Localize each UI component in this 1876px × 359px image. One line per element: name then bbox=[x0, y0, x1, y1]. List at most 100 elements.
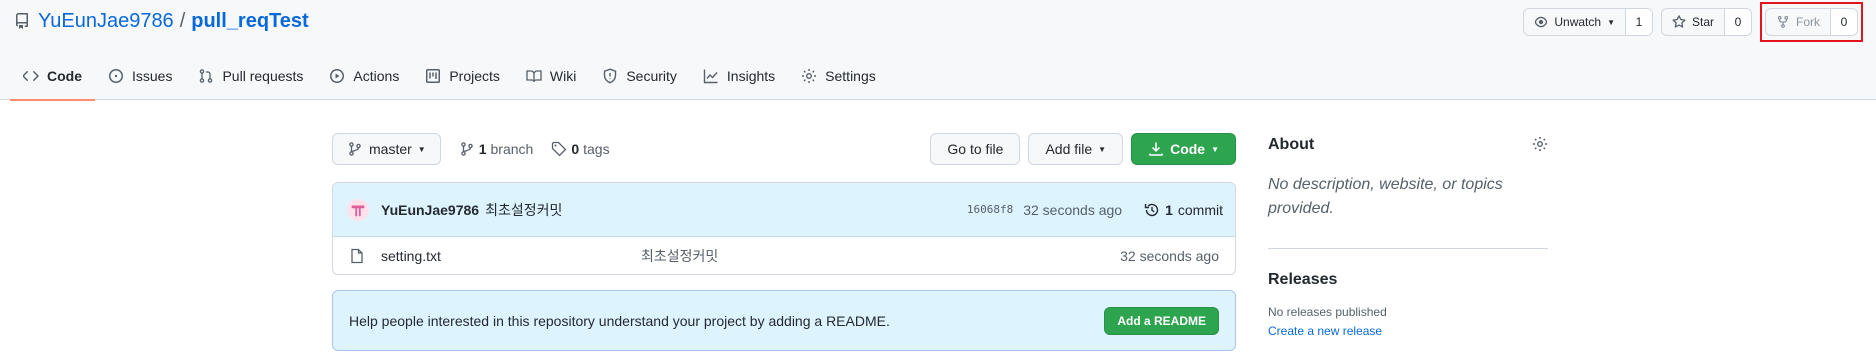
tab-actions-label: Actions bbox=[353, 68, 400, 84]
tags-link[interactable]: 0 tags bbox=[551, 141, 610, 157]
releases-empty-text: No releases published bbox=[1268, 305, 1387, 319]
code-button-label: Code bbox=[1170, 141, 1206, 157]
commit-count-label: commit bbox=[1177, 201, 1223, 218]
gear-icon bbox=[802, 69, 817, 83]
repo-header: YuEunJae9786 / pull_reqTest Unwatch ▼ 1 … bbox=[0, 0, 1876, 101]
commit-message-link[interactable]: 최초설정커밋 bbox=[485, 200, 562, 220]
repo-owner-link[interactable]: YuEunJae9786 bbox=[38, 10, 174, 33]
add-readme-button[interactable]: Add a README bbox=[1104, 306, 1219, 335]
latest-commit-row: YuEunJae9786 최초설정커밋 16068f8 32 seconds a… bbox=[333, 183, 1235, 237]
watch-count[interactable]: 1 bbox=[1625, 9, 1652, 35]
add-file-label: Add file bbox=[1045, 141, 1093, 157]
commit-history-link[interactable]: 1 commit bbox=[1144, 202, 1223, 218]
branch-name: master bbox=[369, 141, 412, 157]
shield-icon bbox=[604, 68, 617, 84]
about-title: About bbox=[1268, 136, 1315, 153]
eye-icon bbox=[1535, 16, 1548, 28]
star-button[interactable]: Star bbox=[1662, 9, 1725, 35]
branches-link[interactable]: 1 branch bbox=[459, 141, 534, 157]
tab-issues-label: Issues bbox=[132, 68, 173, 84]
file-name-link[interactable]: setting.txt bbox=[381, 248, 641, 264]
repo-nav-tabs: Code Issues Pull requests Actions Projec… bbox=[10, 52, 889, 101]
toolbar-right-actions: Go to file Add file ▼ Code ▼ bbox=[930, 133, 1236, 165]
fork-icon bbox=[1777, 15, 1789, 28]
project-icon bbox=[426, 69, 441, 83]
issue-icon bbox=[109, 69, 123, 83]
tab-security-label: Security bbox=[626, 68, 677, 84]
tab-projects[interactable]: Projects bbox=[412, 52, 513, 100]
book-icon bbox=[526, 70, 542, 83]
pull-request-icon bbox=[200, 69, 213, 83]
tab-projects-label: Projects bbox=[449, 68, 500, 84]
watch-button-group: Unwatch ▼ 1 bbox=[1523, 8, 1653, 36]
history-icon bbox=[1144, 203, 1159, 216]
tab-insights[interactable]: Insights bbox=[690, 52, 788, 100]
tab-security[interactable]: Security bbox=[589, 52, 690, 100]
tab-wiki-label: Wiki bbox=[549, 68, 577, 84]
tab-pull-requests[interactable]: Pull requests bbox=[185, 52, 316, 100]
branch-count-label: branch bbox=[490, 141, 534, 157]
repo-title: YuEunJae9786 / pull_reqTest bbox=[14, 8, 309, 34]
play-icon bbox=[330, 69, 345, 83]
repo-icon bbox=[14, 13, 30, 29]
go-to-file-button[interactable]: Go to file bbox=[930, 133, 1021, 165]
tab-wiki[interactable]: Wiki bbox=[513, 52, 589, 100]
about-sidebar: About No description, website, or topics… bbox=[1268, 133, 1548, 338]
tag-icon bbox=[552, 141, 567, 157]
file-list: YuEunJae9786 최초설정커밋 16068f8 32 seconds a… bbox=[332, 182, 1236, 275]
gear-icon[interactable] bbox=[1532, 136, 1548, 155]
repo-content: master ▼ 1 branch 0 tags Go to file Add … bbox=[332, 133, 1236, 351]
tab-actions[interactable]: Actions bbox=[316, 52, 412, 100]
about-header: About bbox=[1268, 133, 1548, 157]
repo-separator: / bbox=[179, 9, 186, 32]
commit-time: 32 seconds ago bbox=[1023, 201, 1123, 218]
branch-icon bbox=[349, 142, 361, 156]
graph-icon bbox=[703, 69, 718, 84]
file-commit-time: 32 seconds ago bbox=[1120, 247, 1219, 264]
branch-icon bbox=[460, 142, 473, 156]
file-icon bbox=[349, 248, 365, 264]
commit-meta: 16068f8 32 seconds ago 1 commit bbox=[967, 202, 1223, 218]
caret-down-icon: ▼ bbox=[1211, 144, 1219, 154]
branch-select-button[interactable]: master ▼ bbox=[332, 133, 441, 165]
commit-sha-link[interactable]: 16068f8 bbox=[967, 203, 1013, 216]
star-label: Star bbox=[1691, 15, 1714, 29]
tag-count-label: tags bbox=[583, 141, 610, 157]
file-row: setting.txt 최초설정커밋 32 seconds ago bbox=[333, 237, 1235, 274]
code-icon bbox=[23, 71, 39, 81]
unwatch-label: Unwatch bbox=[1554, 15, 1602, 29]
commit-count: 1 bbox=[1165, 201, 1173, 218]
star-icon bbox=[1672, 15, 1686, 28]
tab-code[interactable]: Code bbox=[10, 52, 95, 101]
unwatch-button[interactable]: Unwatch ▼ bbox=[1524, 9, 1626, 35]
tab-issues[interactable]: Issues bbox=[95, 52, 185, 100]
repo-actions: Unwatch ▼ 1 Star 0 Fork 0 bbox=[1523, 2, 1863, 42]
sidebar-divider bbox=[1268, 248, 1548, 249]
tab-code-label: Code bbox=[47, 68, 82, 84]
file-commit-message-link[interactable]: 최초설정커밋 bbox=[641, 246, 718, 266]
caret-down-icon: ▼ bbox=[1098, 144, 1107, 154]
caret-down-icon: ▼ bbox=[1607, 17, 1615, 27]
commit-author-link[interactable]: YuEunJae9786 bbox=[381, 202, 479, 218]
readme-prompt-text: Help people interested in this repositor… bbox=[349, 312, 890, 329]
star-count[interactable]: 0 bbox=[1725, 9, 1751, 35]
caret-down-icon: ▼ bbox=[417, 144, 426, 154]
repo-name-link[interactable]: pull_reqTest bbox=[191, 10, 308, 33]
code-download-button[interactable]: Code ▼ bbox=[1131, 133, 1236, 165]
create-release-link[interactable]: Create a new release bbox=[1268, 324, 1548, 338]
file-toolbar: master ▼ 1 branch 0 tags Go to file Add … bbox=[332, 133, 1236, 165]
fork-button-group: Fork 0 bbox=[1765, 8, 1858, 36]
about-description: No description, website, or topics provi… bbox=[1268, 176, 1503, 217]
add-file-button[interactable]: Add file ▼ bbox=[1028, 133, 1124, 165]
avatar[interactable] bbox=[347, 198, 369, 221]
tab-insights-label: Insights bbox=[726, 68, 776, 84]
download-icon bbox=[1149, 142, 1163, 156]
fork-label: Fork bbox=[1796, 15, 1820, 29]
fork-button[interactable]: Fork bbox=[1766, 9, 1831, 35]
releases-title[interactable]: Releases bbox=[1268, 271, 1548, 289]
fork-count[interactable]: 0 bbox=[1831, 9, 1857, 35]
tab-settings-label: Settings bbox=[825, 68, 876, 84]
tab-settings[interactable]: Settings bbox=[788, 52, 889, 100]
tag-count: 0 bbox=[571, 141, 580, 157]
branch-count: 1 bbox=[478, 141, 487, 157]
